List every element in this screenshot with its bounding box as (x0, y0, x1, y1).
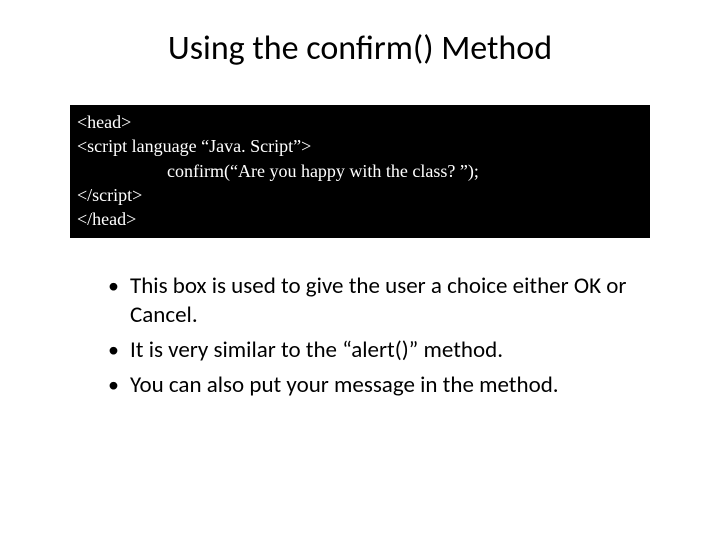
code-line-3: confirm(“Are you happy with the class? ”… (77, 159, 643, 183)
slide: Using the confirm() Method <head> <scrip… (0, 0, 720, 540)
list-item: This box is used to give the user a choi… (108, 272, 660, 330)
code-line-2: <script language “Java. Script”> (77, 134, 643, 158)
list-item: You can also put your message in the met… (108, 371, 660, 400)
slide-title: Using the confirm() Method (60, 28, 660, 69)
code-line-4: </script> (77, 183, 643, 207)
code-line-1: <head> (77, 110, 643, 134)
bullet-list: This box is used to give the user a choi… (108, 272, 660, 399)
list-item: It is very similar to the “alert()” meth… (108, 336, 660, 365)
code-block: <head> <script language “Java. Script”> … (70, 105, 650, 238)
code-line-5: </head> (77, 207, 643, 231)
